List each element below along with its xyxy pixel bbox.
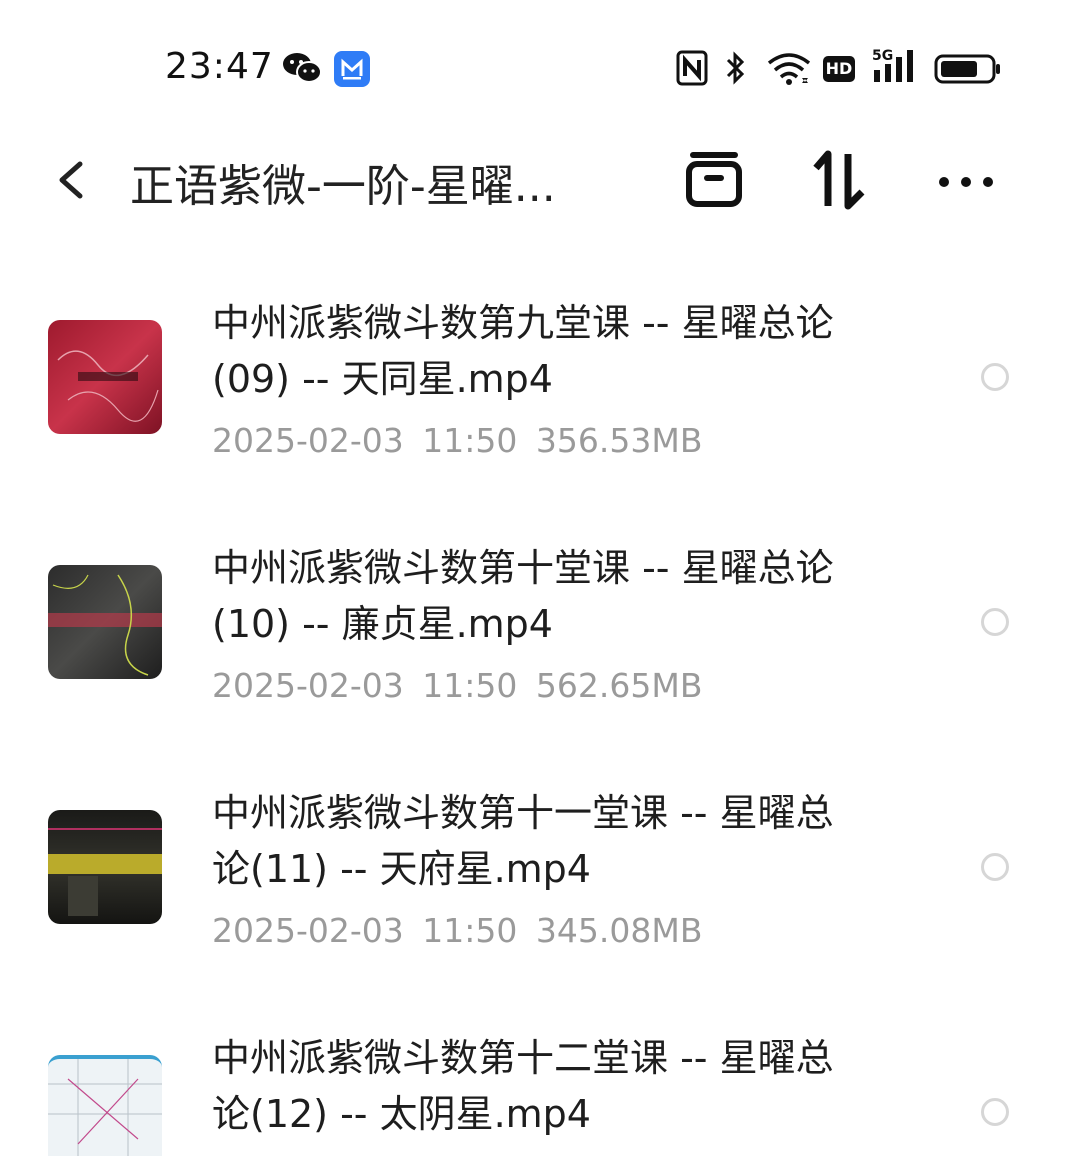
file-row[interactable]: 中州派紫微斗数第十一堂课 -- 星曜总 论(11) -- 天府星.mp4 202… xyxy=(0,785,1080,1030)
mail-app-icon xyxy=(334,51,370,87)
file-name-line: (09) -- 天同星.mp4 xyxy=(212,357,553,401)
back-icon[interactable] xyxy=(50,152,100,208)
video-thumbnail xyxy=(48,1055,162,1156)
status-bar: 23:47 HD 5G xyxy=(0,0,1080,130)
file-name: 中州派紫微斗数第十二堂课 -- 星曜总 论(12) -- 太阴星.mp4 xyxy=(212,1030,912,1142)
battery-icon xyxy=(934,54,1002,88)
file-name: 中州派紫微斗数第十堂课 -- 星曜总论 (10) -- 廉贞星.mp4 xyxy=(212,540,912,652)
file-time: 11:50 xyxy=(422,911,518,950)
file-meta: 2025-02-03 11:50 345.08MB xyxy=(212,911,702,950)
file-name-line: 论(11) -- 天府星.mp4 xyxy=(212,847,591,891)
file-row[interactable]: 中州派紫微斗数第九堂课 -- 星曜总论 (09) -- 天同星.mp4 2025… xyxy=(0,295,1080,540)
file-row[interactable]: 中州派紫微斗数第十堂课 -- 星曜总论 (10) -- 廉贞星.mp4 2025… xyxy=(0,540,1080,785)
file-size: 562.65MB xyxy=(535,666,703,705)
5g-signal-icon: 5G xyxy=(872,48,920,84)
file-time: 11:50 xyxy=(422,666,518,705)
file-name-line: 中州派紫微斗数第十堂课 -- 星曜总论 xyxy=(212,546,834,590)
status-time: 23:47 xyxy=(165,46,274,87)
file-name: 中州派紫微斗数第九堂课 -- 星曜总论 (09) -- 天同星.mp4 xyxy=(212,295,912,407)
file-size: 356.53MB xyxy=(535,421,703,460)
folder-title: 正语紫微-一阶-星曜... xyxy=(130,161,556,212)
file-size: 345.08MB xyxy=(535,911,703,950)
file-name-line: 论(12) -- 太阴星.mp4 xyxy=(212,1092,591,1136)
file-name-line: 中州派紫微斗数第十一堂课 -- 星曜总 xyxy=(212,791,834,835)
file-date: 2025-02-03 xyxy=(212,666,404,705)
hd-icon: HD xyxy=(823,56,855,82)
file-date: 2025-02-03 xyxy=(212,421,404,460)
file-name-line: (10) -- 廉贞星.mp4 xyxy=(212,602,553,646)
file-name: 中州派紫微斗数第十一堂课 -- 星曜总 论(11) -- 天府星.mp4 xyxy=(212,785,912,897)
wechat-icon xyxy=(282,50,322,90)
select-radio[interactable] xyxy=(981,853,1009,881)
archive-icon[interactable] xyxy=(682,148,746,212)
file-meta: 2025-02-03 11:50 562.65MB xyxy=(212,666,702,705)
file-time: 11:50 xyxy=(422,421,518,460)
file-date: 2025-02-03 xyxy=(212,911,404,950)
select-radio[interactable] xyxy=(981,363,1009,391)
select-radio[interactable] xyxy=(981,1098,1009,1126)
select-radio[interactable] xyxy=(981,608,1009,636)
video-thumbnail xyxy=(48,810,162,924)
bluetooth-icon xyxy=(724,50,748,90)
app-header: 正语紫微-一阶-星曜... xyxy=(0,130,1080,230)
video-thumbnail xyxy=(48,320,162,434)
sort-icon[interactable] xyxy=(808,148,872,212)
wifi-icon xyxy=(766,50,812,90)
more-icon[interactable] xyxy=(934,148,998,212)
file-name-line: 中州派紫微斗数第十二堂课 -- 星曜总 xyxy=(212,1036,834,1080)
network-label: 5G xyxy=(872,48,894,64)
file-meta: 2025-02-03 11:50 356.53MB xyxy=(212,421,702,460)
nfc-icon xyxy=(676,50,708,90)
video-thumbnail xyxy=(48,565,162,679)
file-row[interactable]: 中州派紫微斗数第十二堂课 -- 星曜总 论(12) -- 太阴星.mp4 xyxy=(0,1030,1080,1156)
file-name-line: 中州派紫微斗数第九堂课 -- 星曜总论 xyxy=(212,301,834,345)
